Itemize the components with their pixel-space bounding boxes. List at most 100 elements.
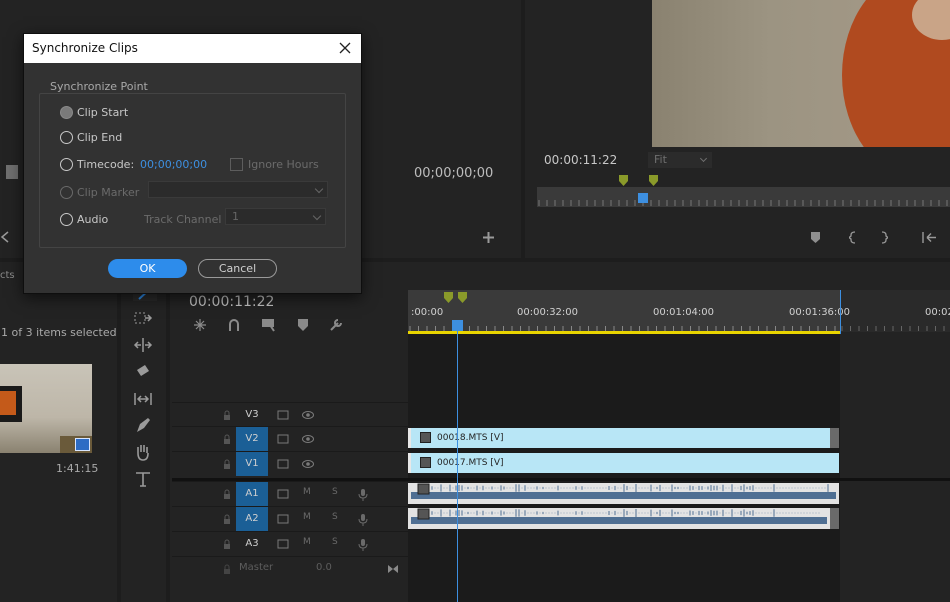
- marker-icon[interactable]: [458, 292, 467, 303]
- radio-icon[interactable]: [60, 185, 73, 199]
- timeline-ruler[interactable]: [408, 290, 840, 332]
- ruler-label-2: 00:01:04:00: [653, 307, 715, 318]
- lock-icon[interactable]: [222, 410, 232, 420]
- option-audio[interactable]: Audio: [60, 211, 108, 227]
- razor-tool-icon[interactable]: [133, 362, 153, 382]
- option-timecode[interactable]: Timecode:: [60, 156, 134, 172]
- sequence-end-line: [840, 290, 841, 334]
- timeline-timecode[interactable]: 00:00:11:22: [189, 294, 274, 310]
- lock-icon[interactable]: [222, 514, 232, 524]
- sync-lock-icon[interactable]: [277, 489, 289, 499]
- track-name[interactable]: V3: [236, 403, 268, 427]
- radio-icon[interactable]: [60, 105, 73, 119]
- playhead-line[interactable]: [457, 331, 458, 602]
- audio-clip-a1[interactable]: [408, 483, 839, 504]
- clip-thumbnail[interactable]: [0, 364, 92, 453]
- option-clip-end[interactable]: Clip End: [60, 129, 122, 145]
- audio-clip-a2[interactable]: [408, 508, 830, 529]
- microphone-icon[interactable]: [358, 489, 368, 501]
- track-name[interactable]: V2: [236, 427, 268, 451]
- track-header-master: Master 0.0: [172, 556, 408, 580]
- master-value[interactable]: 0.0: [316, 562, 332, 573]
- sync-lock-icon[interactable]: [277, 459, 289, 469]
- track-name[interactable]: V1: [236, 452, 268, 476]
- ripple-edit-tool-icon[interactable]: [133, 335, 153, 355]
- solo-button[interactable]: S: [332, 537, 338, 547]
- pen-tool-icon[interactable]: [133, 415, 153, 435]
- chevron-down-icon: [312, 211, 322, 221]
- video-clip-v2[interactable]: 00018.MTS [V]: [408, 428, 830, 448]
- step-left-icon[interactable]: [0, 231, 10, 243]
- track-name[interactable]: A2: [236, 507, 268, 531]
- mute-button[interactable]: M: [303, 537, 311, 547]
- solo-button[interactable]: S: [332, 512, 338, 522]
- microphone-icon[interactable]: [358, 514, 368, 526]
- dialog-titlebar: Synchronize Clips: [24, 34, 361, 63]
- eye-icon[interactable]: [302, 459, 314, 469]
- wrench-icon[interactable]: [329, 318, 343, 332]
- mark-in-icon[interactable]: [849, 231, 857, 244]
- solo-button[interactable]: S: [332, 487, 338, 497]
- timecode-field[interactable]: 00;00;00;00: [140, 158, 207, 171]
- go-to-in-icon[interactable]: [921, 231, 937, 244]
- zoom-select[interactable]: Fit: [648, 152, 712, 168]
- synchronize-clips-dialog: Synchronize Clips Synchronize Point Clip…: [23, 33, 362, 294]
- add-plus-icon[interactable]: [482, 231, 495, 244]
- program-ruler-ticks: [538, 200, 948, 206]
- snap-icon[interactable]: [193, 318, 207, 332]
- type-tool-icon[interactable]: [133, 469, 153, 489]
- playhead-handle[interactable]: [452, 320, 463, 331]
- insert-sequence-icon[interactable]: [261, 318, 275, 332]
- option-clip-marker[interactable]: Clip Marker: [60, 184, 139, 200]
- radio-icon[interactable]: [60, 130, 73, 144]
- settings-left-icon[interactable]: [6, 165, 18, 179]
- program-playhead-icon[interactable]: [638, 193, 648, 203]
- track-select-tool-icon[interactable]: [133, 309, 153, 329]
- marker-icon: [649, 175, 658, 186]
- ignore-hours-checkbox[interactable]: [230, 158, 243, 171]
- lock-icon[interactable]: [222, 434, 232, 444]
- ruler-label-0: :00:00: [411, 307, 444, 318]
- add-marker-timeline-icon[interactable]: [298, 319, 308, 331]
- mute-button[interactable]: M: [303, 512, 311, 522]
- program-mini-timeline[interactable]: [537, 187, 950, 207]
- eye-icon[interactable]: [302, 410, 314, 420]
- lock-icon[interactable]: [222, 489, 232, 499]
- waveform-band: [411, 492, 836, 499]
- mute-button[interactable]: M: [303, 487, 311, 497]
- sync-lock-icon[interactable]: [277, 434, 289, 444]
- linked-selection-icon[interactable]: [228, 318, 240, 332]
- add-marker-icon[interactable]: [810, 231, 821, 244]
- lock-icon[interactable]: [222, 459, 232, 469]
- sync-lock-icon[interactable]: [277, 410, 289, 420]
- video-clip-v1[interactable]: 00017.MTS [V]: [408, 453, 839, 473]
- radio-icon[interactable]: [60, 157, 73, 171]
- sync-lock-icon[interactable]: [277, 539, 289, 549]
- lock-icon[interactable]: [222, 564, 232, 574]
- go-to-end-icon[interactable]: [387, 564, 399, 574]
- option-clip-start[interactable]: Clip Start: [60, 104, 128, 120]
- track-channel-select[interactable]: 1: [225, 208, 326, 225]
- mark-out-icon[interactable]: [880, 231, 888, 244]
- microphone-icon[interactable]: [358, 539, 368, 551]
- cancel-button[interactable]: Cancel: [198, 259, 277, 278]
- eye-icon[interactable]: [302, 434, 314, 444]
- ruler-label-1: 00:00:32:00: [517, 307, 579, 318]
- clip-marker-select[interactable]: [148, 181, 328, 198]
- radio-icon[interactable]: [60, 212, 73, 226]
- lock-icon[interactable]: [222, 539, 232, 549]
- close-icon[interactable]: [337, 40, 353, 56]
- track-name[interactable]: A1: [236, 482, 268, 506]
- project-tab-label[interactable]: cts: [0, 270, 15, 281]
- sync-lock-icon[interactable]: [277, 514, 289, 524]
- ok-button[interactable]: OK: [108, 259, 187, 278]
- fx-badge-icon: [417, 508, 430, 520]
- fx-badge-icon: [420, 457, 431, 468]
- track-header-v2: V2: [172, 426, 408, 451]
- slip-tool-icon[interactable]: [133, 389, 153, 409]
- clip-name: 00017.MTS [V]: [437, 458, 504, 468]
- track-name[interactable]: A3: [236, 532, 268, 556]
- hand-tool-icon[interactable]: [133, 442, 153, 462]
- marker-icon[interactable]: [444, 292, 453, 303]
- sequence-badge-icon: [75, 438, 90, 451]
